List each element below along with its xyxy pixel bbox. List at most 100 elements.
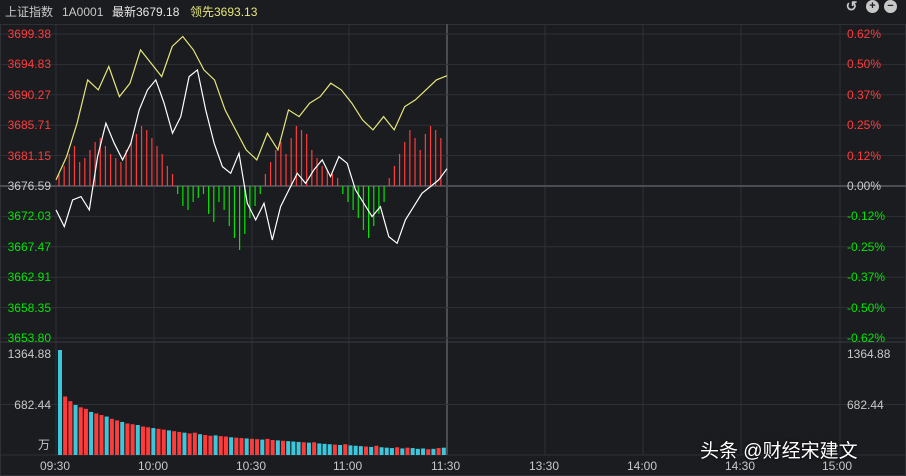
volume-bar <box>58 350 62 455</box>
chart-canvas[interactable] <box>0 0 906 476</box>
volume-bar <box>291 441 296 455</box>
volume-bar <box>400 448 405 455</box>
volume-bar <box>104 416 109 455</box>
volume-bar <box>125 423 130 455</box>
price-label-left: 3685.71 <box>7 118 51 133</box>
time-label: 10:30 <box>236 459 267 473</box>
volume-bar <box>239 438 244 455</box>
volume-label-left: 1364.88 <box>7 347 51 361</box>
volume-bar <box>436 448 441 455</box>
percent-label-right: 0.62% <box>847 27 882 41</box>
volume-bar <box>255 439 260 455</box>
volume-bar <box>249 438 254 455</box>
volume-bar <box>410 448 415 455</box>
volume-bar <box>260 439 265 455</box>
volume-bar <box>99 414 104 455</box>
volume-bar <box>208 435 213 455</box>
price-label-left: 3690.27 <box>7 87 51 102</box>
volume-bar <box>83 408 88 455</box>
volume-bar <box>332 444 337 455</box>
time-label: 13:30 <box>529 459 560 473</box>
volume-bar <box>89 411 94 455</box>
volume-bar <box>120 421 125 455</box>
time-label: 09:30 <box>40 459 71 473</box>
percent-label-right: 0.25% <box>847 118 882 133</box>
volume-bar <box>379 447 384 455</box>
volume-bar <box>115 420 120 455</box>
volume-bar <box>369 446 374 455</box>
volume-bar <box>389 448 394 455</box>
volume-label-left: 682.44 <box>14 397 51 412</box>
percent-label-right: 0.00% <box>847 179 882 193</box>
volume-bar <box>218 436 223 455</box>
volume-bar <box>421 448 426 455</box>
volume-bar <box>338 444 343 455</box>
volume-bar <box>198 434 203 455</box>
volume-bar <box>177 431 182 455</box>
chart-frame <box>0 24 906 476</box>
volume-bar <box>244 438 249 455</box>
time-label: 14:00 <box>627 459 658 473</box>
volume-bar <box>203 434 208 455</box>
volume-bar <box>270 439 275 455</box>
volume-bar <box>140 426 145 455</box>
price-label-left: 3662.91 <box>7 270 51 285</box>
price-label-left: 3699.38 <box>7 27 51 41</box>
percent-label-right: -0.25% <box>847 239 886 254</box>
volume-bar <box>68 401 73 455</box>
volume-bar <box>374 445 379 455</box>
intraday-chart-window: 上证指数 1A0001 最新3679.18 领先3693.13 ↺ + − 36… <box>0 0 906 476</box>
volume-bar <box>431 448 436 455</box>
price-label-left: 3681.15 <box>7 148 51 163</box>
volume-bar <box>415 448 420 455</box>
volume-bar <box>296 441 301 455</box>
volume-bar <box>73 404 78 455</box>
percent-label-right: 0.12% <box>847 148 882 163</box>
percent-label-right: -0.62% <box>847 331 886 345</box>
volume-bar <box>312 442 317 455</box>
price-label-left: 3694.83 <box>7 57 51 72</box>
volume-bar <box>182 432 187 455</box>
volume-bar <box>395 447 400 455</box>
volume-bar <box>322 443 327 455</box>
volume-bar <box>364 446 368 455</box>
percent-label-right: -0.50% <box>847 300 886 315</box>
volume-bar <box>343 444 348 455</box>
price-label-left: 3672.03 <box>7 209 51 224</box>
price-label-left: 3653.80 <box>7 331 51 345</box>
volume-bar <box>301 442 306 455</box>
volume-bar <box>223 436 228 455</box>
volume-bar <box>135 424 140 455</box>
volume-bar <box>213 435 218 455</box>
price-label-left: 3667.47 <box>7 239 51 254</box>
volume-bar <box>229 437 234 455</box>
volume-bar <box>281 440 286 455</box>
volume-bar <box>286 441 291 455</box>
volume-bar <box>317 443 322 455</box>
price-label-left: 3658.35 <box>7 300 51 315</box>
volume-bar <box>441 447 446 455</box>
percent-label-right: -0.37% <box>847 270 886 285</box>
volume-bar <box>130 424 135 455</box>
volume-bar <box>78 407 83 455</box>
watermark: 头条 @财经宋建文 <box>700 441 858 462</box>
volume-bar <box>156 428 161 455</box>
volume-bar <box>327 444 332 455</box>
volume-bar <box>192 432 197 455</box>
time-label: 11:00 <box>333 459 363 473</box>
volume-bar <box>187 433 192 455</box>
volume-bar <box>151 428 156 455</box>
percent-label-right: 0.50% <box>847 57 882 72</box>
volume-unit-label: 万 <box>38 438 51 452</box>
volume-bar <box>109 418 114 455</box>
volume-bar <box>405 447 410 455</box>
time-label: 11:30 <box>431 459 461 473</box>
volume-label-right: 682.44 <box>847 397 884 412</box>
volume-bar <box>146 427 151 455</box>
percent-label-right: 0.37% <box>847 87 882 102</box>
volume-bar <box>426 449 431 455</box>
percent-label-right: -0.12% <box>847 209 886 224</box>
price-label-left: 3676.59 <box>7 179 51 193</box>
volume-bar <box>384 447 389 455</box>
volume-bar <box>306 442 311 455</box>
